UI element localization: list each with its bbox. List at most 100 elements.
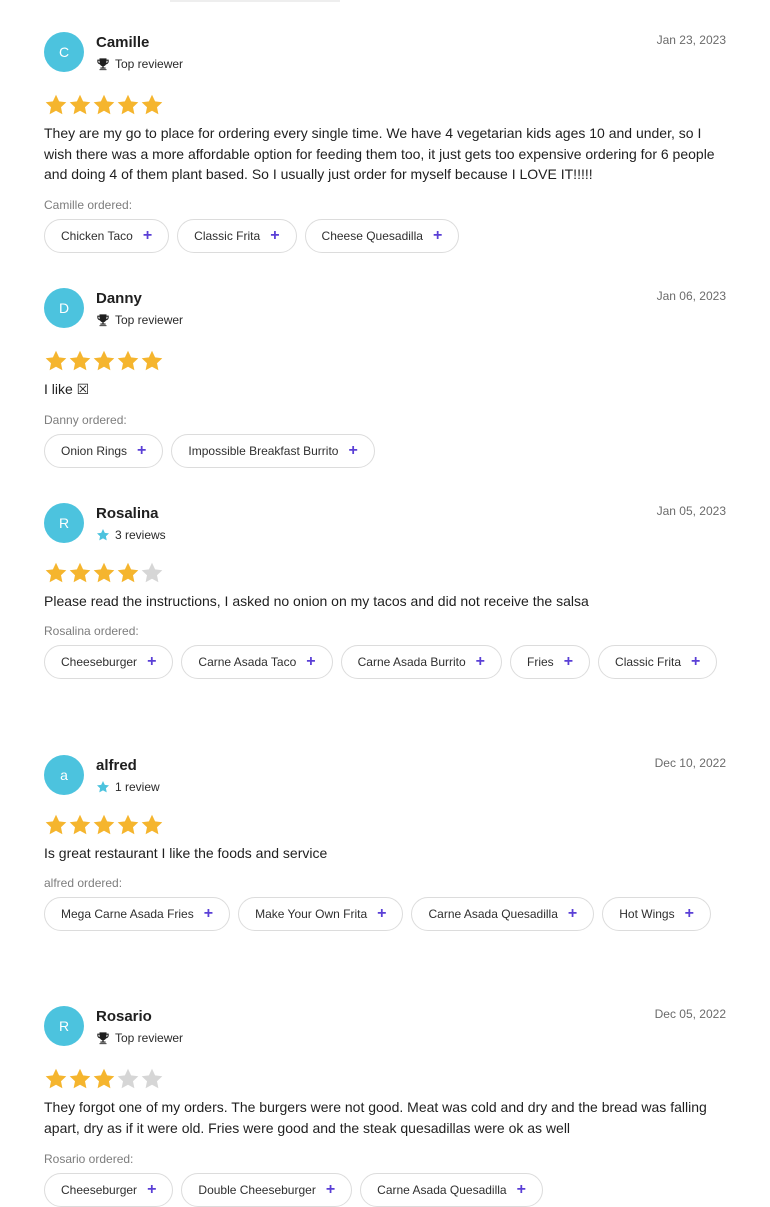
plus-icon[interactable]: + xyxy=(476,654,485,670)
star-filled-icon xyxy=(116,561,140,585)
reviewer-badge-label: 3 reviews xyxy=(115,528,166,542)
ordered-item-label: Double Cheeseburger xyxy=(198,1183,316,1197)
star-filled-icon xyxy=(140,93,164,117)
star-empty-icon xyxy=(140,1067,164,1091)
ordered-item-label: Cheeseburger xyxy=(61,1183,138,1197)
trophy-icon xyxy=(96,1031,110,1045)
review-text: Is great restaurant I like the foods and… xyxy=(44,845,328,861)
ordered-item-label: Carne Asada Taco xyxy=(198,655,297,669)
ordered-item-chip[interactable]: Mega Carne Asada Fries + xyxy=(44,897,231,931)
ordered-items: Chicken Taco + Classic Frita + Cheese Quesad… xyxy=(44,219,726,253)
ordered-item-label: Mega Carne Asada Fries xyxy=(61,907,194,921)
ordered-item-chip[interactable]: Chicken Taco + xyxy=(44,219,170,253)
review-text: Please read the instructions, I asked no… xyxy=(44,593,589,609)
plus-icon[interactable]: + xyxy=(685,906,694,922)
review-text: They are my go to place for ordering eve… xyxy=(44,125,715,182)
star-filled-icon xyxy=(140,813,164,837)
ordered-item-label: Carne Asada Burrito xyxy=(357,655,466,669)
star-filled-icon xyxy=(44,93,68,117)
reviewer-badge-label: Top reviewer xyxy=(115,313,184,327)
ordered-item-chip[interactable]: Carne Asada Quesadilla + xyxy=(360,1173,543,1207)
star-filled-icon xyxy=(44,349,68,373)
plus-icon[interactable]: + xyxy=(137,443,146,459)
ordered-item-chip[interactable]: Hot Wings + xyxy=(602,897,711,931)
ordered-item-label: Cheeseburger xyxy=(61,655,138,669)
ordered-label: Camille ordered: xyxy=(44,198,133,212)
plus-icon[interactable]: + xyxy=(433,228,442,244)
review-date: Dec 05, 2022 xyxy=(654,1007,726,1021)
reviewer-badge-label: Top reviewer xyxy=(115,57,184,71)
star-empty-icon xyxy=(140,561,164,585)
ordered-item-chip[interactable]: Carne Asada Quesadilla + xyxy=(411,897,595,931)
star-rating xyxy=(44,93,164,117)
ordered-item-chip[interactable]: Cheeseburger + xyxy=(44,1173,174,1207)
star-rating xyxy=(44,349,164,373)
review-text: I like ☒ xyxy=(44,381,90,397)
plus-icon[interactable]: + xyxy=(377,906,386,922)
star-filled-icon xyxy=(92,561,116,585)
star-filled-icon xyxy=(68,349,92,373)
ordered-item-chip[interactable]: Fries + xyxy=(510,645,591,679)
trophy-icon xyxy=(96,313,110,327)
plus-icon[interactable]: + xyxy=(348,443,357,459)
star-empty-icon xyxy=(116,1067,140,1091)
star-filled-icon xyxy=(68,813,92,837)
plus-icon[interactable]: + xyxy=(306,654,315,670)
plus-icon[interactable]: + xyxy=(568,906,577,922)
plus-icon[interactable]: + xyxy=(326,1182,335,1198)
plus-icon[interactable]: + xyxy=(147,1182,156,1198)
star-filled-icon xyxy=(68,1067,92,1091)
star-icon xyxy=(96,528,110,542)
ordered-items: Mega Carne Asada Fries + Make Your Own Fri… xyxy=(44,897,726,931)
ordered-item-chip[interactable]: Carne Asada Taco + xyxy=(181,645,333,679)
ordered-item-chip[interactable]: Cheese Quesadilla + xyxy=(304,219,460,253)
reviewer-badge: Top reviewer xyxy=(96,312,183,328)
reviewer-badge-label: Top reviewer xyxy=(115,1031,184,1045)
avatar: a xyxy=(44,755,84,795)
ordered-label: Rosario ordered: xyxy=(44,1152,134,1166)
ordered-item-chip[interactable]: Carne Asada Burrito + xyxy=(340,645,503,679)
star-filled-icon xyxy=(92,813,116,837)
star-filled-icon xyxy=(68,561,92,585)
review-date: Jan 23, 2023 xyxy=(656,33,726,47)
ordered-item-label: Cheese Quesadilla xyxy=(321,229,423,243)
plus-icon[interactable]: + xyxy=(204,906,213,922)
ordered-item-label: Classic Frita xyxy=(615,655,682,669)
plus-icon[interactable]: + xyxy=(270,228,279,244)
ordered-item-label: Carne Asada Quesadilla xyxy=(377,1183,507,1197)
ordered-item-label: Hot Wings xyxy=(619,907,675,921)
star-filled-icon xyxy=(116,813,140,837)
ordered-label: Rosalina ordered: xyxy=(44,624,139,638)
reviewer-badge-label: 1 review xyxy=(115,780,160,794)
ordered-item-chip[interactable]: Cheeseburger + xyxy=(44,645,174,679)
plus-icon[interactable]: + xyxy=(691,654,700,670)
review-date: Jan 05, 2023 xyxy=(656,504,726,518)
star-icon xyxy=(96,780,110,794)
star-filled-icon xyxy=(116,349,140,373)
ordered-item-chip[interactable]: Impossible Breakfast Burrito + xyxy=(171,434,375,468)
ordered-item-chip[interactable]: Double Cheeseburger + xyxy=(181,1173,353,1207)
star-filled-icon xyxy=(44,561,68,585)
ordered-item-chip[interactable]: Make Your Own Frita + xyxy=(238,897,404,931)
ordered-item-label: Carne Asada Quesadilla xyxy=(428,907,558,921)
plus-icon[interactable]: + xyxy=(564,654,573,670)
ordered-item-chip[interactable]: Classic Frita + xyxy=(598,645,718,679)
avatar: C xyxy=(44,32,84,72)
star-filled-icon xyxy=(44,1067,68,1091)
ordered-items: Cheeseburger + Double Cheeseburger + Carne A… xyxy=(44,1173,726,1207)
ordered-item-chip[interactable]: Classic Frita + xyxy=(177,219,297,253)
star-filled-icon xyxy=(140,349,164,373)
ordered-item-label: Make Your Own Frita xyxy=(255,907,368,921)
reviewer-badge: Top reviewer xyxy=(96,56,183,72)
reviewer-name: alfred xyxy=(96,757,137,774)
ordered-label: alfred ordered: xyxy=(44,876,123,890)
plus-icon[interactable]: + xyxy=(517,1182,526,1198)
plus-icon[interactable]: + xyxy=(147,654,156,670)
ordered-item-label: Chicken Taco xyxy=(61,229,133,243)
star-rating xyxy=(44,1067,164,1091)
plus-icon[interactable]: + xyxy=(143,228,152,244)
ordered-item-chip[interactable]: Onion Rings + xyxy=(44,434,164,468)
ordered-item-label: Fries xyxy=(527,655,554,669)
star-rating xyxy=(44,813,164,837)
star-filled-icon xyxy=(116,93,140,117)
